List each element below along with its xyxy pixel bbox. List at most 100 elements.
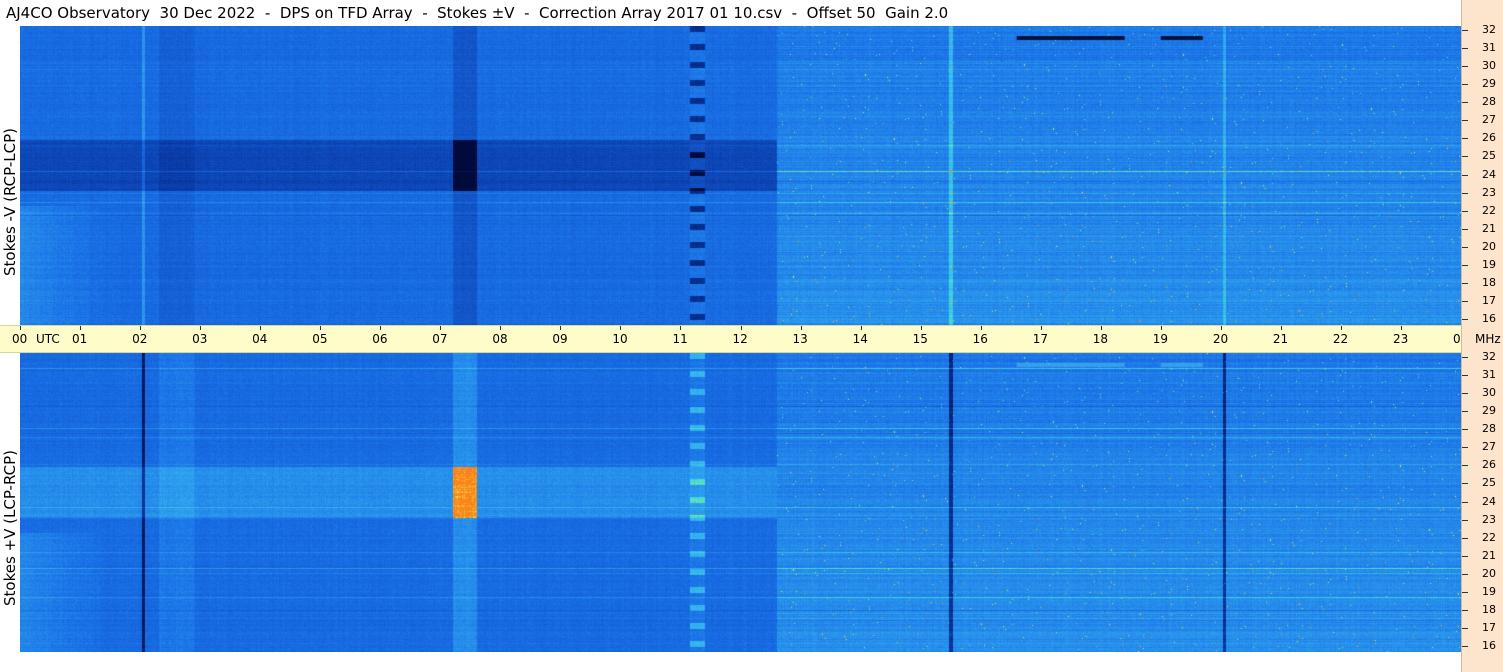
freq-tick-label: 27	[1482, 440, 1496, 454]
spectrogram-top-panel	[20, 26, 1461, 325]
time-tick-label: 06	[372, 332, 388, 346]
freq-tick-mark	[1462, 210, 1468, 212]
spectrogram-bottom-panel	[20, 353, 1461, 652]
freq-tick-label: 22	[1482, 530, 1496, 544]
freq-tick-mark	[1462, 102, 1468, 104]
freq-tick-mark	[1462, 300, 1468, 302]
freq-tick-mark	[1462, 609, 1468, 611]
freq-tick-label: 30	[1482, 386, 1496, 400]
freq-tick-mark	[1462, 228, 1468, 230]
freq-tick-label: 27	[1482, 113, 1496, 127]
freq-tick-label: 22	[1482, 203, 1496, 217]
time-tick-label: 18	[1092, 332, 1109, 346]
time-tick-label: 19	[1152, 332, 1169, 346]
time-tick-mark	[500, 326, 502, 330]
freq-tick-mark	[1462, 555, 1468, 557]
freq-tick-label: 19	[1482, 257, 1496, 271]
time-tick-label: 22	[1332, 332, 1349, 346]
time-tick-mark	[200, 326, 202, 330]
freq-tick-mark	[1462, 537, 1468, 539]
freq-tick-mark	[1462, 465, 1468, 467]
time-tick-mark	[20, 326, 21, 330]
freq-tick-label: 19	[1482, 584, 1496, 598]
time-tick-mark	[1100, 326, 1102, 330]
freq-tick-label: 29	[1482, 77, 1496, 91]
time-tick-mark	[620, 326, 622, 330]
time-tick-mark	[560, 326, 562, 330]
freq-tick-mark	[1462, 156, 1468, 158]
time-tick-mark	[1400, 326, 1402, 330]
time-tick-label: 02	[132, 332, 148, 346]
time-tick-label: 10	[612, 332, 628, 346]
time-tick-mark	[260, 326, 262, 330]
time-tick-mark	[1040, 326, 1042, 330]
freq-tick-label: 21	[1482, 221, 1496, 235]
time-tick-mark	[380, 326, 382, 330]
freq-tick-label: 18	[1482, 602, 1496, 616]
panel-label-top: Stokes -V (RCP-LCP)	[1, 128, 19, 276]
freq-tick-label: 16	[1482, 312, 1496, 325]
chart-title: AJ4CO Observatory 30 Dec 2022 - DPS on T…	[0, 0, 1461, 26]
freq-tick-label: 26	[1482, 131, 1496, 145]
time-tick-label: 12	[732, 332, 748, 346]
time-tick-mark	[320, 326, 322, 330]
freq-tick-mark	[1462, 30, 1468, 31]
freq-tick-mark	[1462, 138, 1468, 140]
time-tick-mark	[980, 326, 982, 330]
freq-tick-label: 30	[1482, 59, 1496, 73]
freq-tick-mark	[1462, 319, 1468, 320]
time-tick-mark	[80, 326, 82, 330]
freq-tick-mark	[1462, 375, 1468, 377]
time-tick-label: 16	[972, 332, 988, 346]
time-tick-label: 08	[492, 332, 508, 346]
freq-tick-mark	[1462, 393, 1468, 395]
freq-unit-label: MHz	[1475, 332, 1501, 346]
freq-tick-label: 23	[1482, 512, 1496, 526]
time-tick-label: 15	[912, 332, 928, 346]
freq-tick-label: 20	[1482, 239, 1496, 253]
time-tick-label: 11	[672, 332, 688, 346]
freq-tick-label: 31	[1482, 41, 1496, 55]
freq-tick-label: 17	[1482, 293, 1496, 307]
freq-tick-mark	[1462, 192, 1468, 194]
freq-tick-label: 32	[1482, 350, 1496, 363]
freq-tick-label: 20	[1482, 566, 1496, 580]
freq-tick-label: 32	[1482, 23, 1496, 36]
time-axis: 00 UTC 01 02 03 04 05 06 07 08 09 10 11 12 13 14 15 16 17 1…	[0, 325, 1468, 353]
freq-tick-label: 25	[1482, 476, 1496, 490]
freq-tick-mark	[1462, 246, 1468, 248]
time-tick-label: 00	[12, 332, 28, 346]
time-tick-label: 03	[192, 332, 208, 346]
freq-tick-label: 28	[1482, 95, 1496, 109]
freq-tick-mark	[1462, 519, 1468, 521]
freq-tick-mark	[1462, 120, 1468, 122]
freq-tick-mark	[1462, 174, 1468, 176]
time-tick-label: 09	[552, 332, 568, 346]
time-tick-label: 17	[1032, 332, 1048, 346]
freq-tick-mark	[1462, 48, 1468, 50]
time-tick-label: 05	[312, 332, 328, 346]
panel-label-bottom: Stokes +V (LCP-RCP)	[1, 450, 19, 606]
freq-tick-mark	[1462, 573, 1468, 575]
time-tick-mark	[140, 326, 142, 330]
freq-tick-mark	[1462, 264, 1468, 266]
freq-tick-label: 26	[1482, 458, 1496, 472]
freq-tick-label: 31	[1482, 368, 1496, 382]
time-tick-label: 23	[1392, 332, 1409, 346]
time-tick-mark	[1280, 326, 1282, 330]
time-tick-label: 20	[1212, 332, 1229, 346]
time-unit-label: UTC	[36, 332, 60, 346]
time-tick-mark	[1160, 326, 1162, 330]
time-tick-label: 04	[252, 332, 268, 346]
time-tick-mark	[740, 326, 742, 330]
freq-tick-mark	[1462, 447, 1468, 449]
freq-tick-label: 25	[1482, 149, 1496, 163]
freq-tick-mark	[1462, 591, 1468, 593]
freq-tick-label: 16	[1482, 639, 1496, 652]
freq-tick-label: 17	[1482, 620, 1496, 634]
time-tick-label: 21	[1272, 332, 1289, 346]
freq-tick-mark	[1462, 627, 1468, 629]
time-tick-label: 01	[72, 332, 88, 346]
time-tick-label: 07	[432, 332, 448, 346]
freq-tick-mark	[1462, 66, 1468, 68]
